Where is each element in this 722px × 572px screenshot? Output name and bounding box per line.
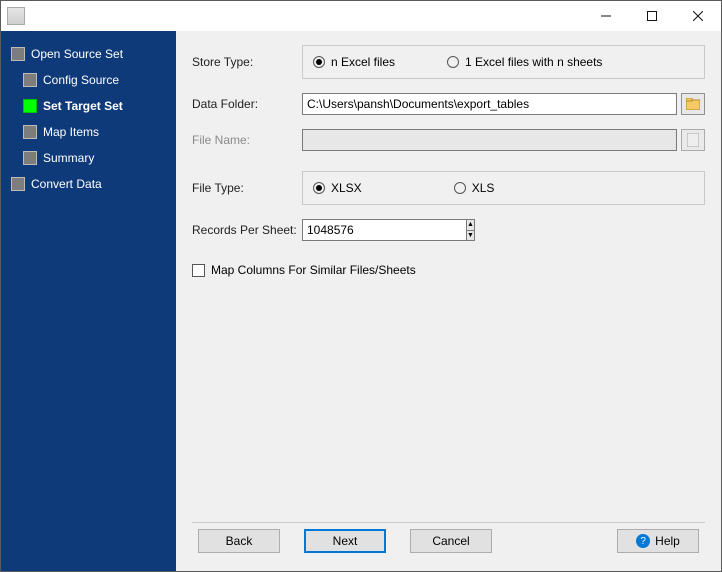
titlebar — [1, 1, 721, 31]
button-label: Help — [655, 534, 680, 548]
label-file-type: File Type: — [192, 181, 302, 195]
radio-label: XLS — [472, 181, 495, 195]
body: Open Source Set Config Source Set Target… — [1, 31, 721, 571]
radio-1-excel-n-sheets[interactable]: 1 Excel files with n sheets — [447, 55, 602, 69]
button-label: Cancel — [432, 534, 469, 548]
file-type-group: XLSX XLS — [302, 171, 705, 205]
radio-xls[interactable]: XLS — [454, 181, 495, 195]
checkbox-label: Map Columns For Similar Files/Sheets — [211, 263, 416, 277]
step-label: Convert Data — [31, 177, 102, 191]
label-file-name: File Name: — [192, 133, 302, 147]
step-set-target-set[interactable]: Set Target Set — [1, 93, 176, 119]
radio-label: n Excel files — [331, 55, 395, 69]
spinner-up-icon[interactable]: ▲ — [467, 220, 474, 231]
help-icon: ? — [636, 534, 650, 548]
radio-n-excel-files[interactable]: n Excel files — [313, 55, 395, 69]
step-open-source-set[interactable]: Open Source Set — [1, 41, 176, 67]
cancel-button[interactable]: Cancel — [410, 529, 492, 553]
label-store-type: Store Type: — [192, 55, 302, 69]
step-convert-data[interactable]: Convert Data — [1, 171, 176, 197]
step-label: Summary — [43, 151, 94, 165]
radio-label: XLSX — [331, 181, 362, 195]
wizard-steps-sidebar: Open Source Set Config Source Set Target… — [1, 31, 176, 571]
content-spacer — [192, 277, 705, 518]
window-controls — [583, 1, 721, 31]
browse-file-button — [681, 129, 705, 151]
step-label: Config Source — [43, 73, 119, 87]
spinner-down-icon[interactable]: ▼ — [467, 231, 474, 241]
row-file-type: File Type: XLSX XLS — [192, 171, 705, 205]
minimize-button[interactable] — [583, 1, 629, 31]
footer: Back Next Cancel ? Help — [192, 523, 705, 563]
checkbox-map-columns[interactable]: Map Columns For Similar Files/Sheets — [192, 263, 705, 277]
wizard-window: Open Source Set Config Source Set Target… — [0, 0, 722, 572]
radio-dot-icon — [454, 182, 466, 194]
content-panel: Store Type: n Excel files 1 Excel files … — [176, 31, 721, 571]
radio-label: 1 Excel files with n sheets — [465, 55, 602, 69]
close-button[interactable] — [675, 1, 721, 31]
next-button[interactable]: Next — [304, 529, 386, 553]
row-records-per-sheet: Records Per Sheet: ▲ ▼ — [192, 219, 705, 241]
file-name-input — [302, 129, 677, 151]
browse-folder-button[interactable] — [681, 93, 705, 115]
maximize-button[interactable] — [629, 1, 675, 31]
store-type-group: n Excel files 1 Excel files with n sheet… — [302, 45, 705, 79]
radio-dot-icon — [447, 56, 459, 68]
file-icon — [687, 133, 699, 147]
row-store-type: Store Type: n Excel files 1 Excel files … — [192, 45, 705, 79]
radio-dot-icon — [313, 56, 325, 68]
help-button[interactable]: ? Help — [617, 529, 699, 553]
data-folder-input[interactable] — [302, 93, 677, 115]
records-per-sheet-spinner[interactable]: ▲ ▼ — [302, 219, 418, 241]
label-records-per-sheet: Records Per Sheet: — [192, 223, 302, 237]
step-label: Open Source Set — [31, 47, 123, 61]
button-label: Back — [226, 534, 253, 548]
button-label: Next — [333, 534, 358, 548]
step-label: Set Target Set — [43, 99, 123, 113]
row-file-name: File Name: — [192, 129, 705, 151]
step-label: Map Items — [43, 125, 99, 139]
checkbox-box-icon — [192, 264, 205, 277]
radio-xlsx[interactable]: XLSX — [313, 181, 362, 195]
app-icon — [7, 7, 25, 25]
spinner-arrows: ▲ ▼ — [466, 219, 475, 241]
radio-dot-icon — [313, 182, 325, 194]
folder-icon — [686, 98, 700, 110]
step-summary[interactable]: Summary — [1, 145, 176, 171]
row-data-folder: Data Folder: — [192, 93, 705, 115]
step-config-source[interactable]: Config Source — [1, 67, 176, 93]
records-per-sheet-input[interactable] — [302, 219, 466, 241]
step-map-items[interactable]: Map Items — [1, 119, 176, 145]
label-data-folder: Data Folder: — [192, 97, 302, 111]
back-button[interactable]: Back — [198, 529, 280, 553]
